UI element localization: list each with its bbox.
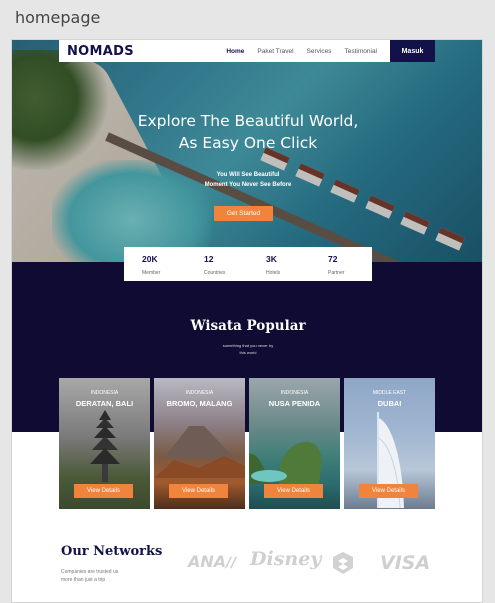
card-place: BROMO, MALANG (166, 399, 233, 408)
card-country: MIDDLE EAST (372, 390, 407, 396)
view-details-button[interactable]: View Details (264, 484, 323, 498)
nav-link-paket-travel[interactable]: Paket Travel (257, 48, 293, 55)
partner-logo-ana: ANA// (188, 552, 237, 571)
nomads-logo[interactable]: NOMADS (67, 44, 134, 59)
stats-bar: 20K Member 12 Countries 3K Hotels 72 Par… (124, 247, 372, 281)
card-place: NUSA PENIDA (268, 399, 321, 408)
card-country: INDONESIA (280, 390, 309, 396)
card-deratan-bali[interactable]: INDONESIA DERATAN, BALI View Details (59, 378, 150, 509)
card-place: DERATAN, BALI (75, 399, 134, 408)
view-details-button[interactable]: View Details (74, 484, 133, 498)
card-country: INDONESIA (185, 390, 214, 396)
partner-logo-visa: VISA (380, 552, 431, 574)
stat-hotels: 3K Hotels (266, 254, 281, 276)
stat-partner: 72 Partner (328, 254, 345, 276)
view-details-button[interactable]: View Details (359, 484, 418, 498)
stat-member: 20K Member (142, 254, 161, 276)
networks-subtitle: Companies are trusted us more than just … (61, 569, 119, 583)
pagoda-icon (90, 410, 120, 482)
card-bromo-malang[interactable]: INDONESIA BROMO, MALANG View Details (154, 378, 245, 509)
partner-logo-disney: Disney (250, 548, 322, 570)
homepage-frame: NOMADS Home Paket Travel Services Testim… (11, 39, 483, 603)
card-place: DUBAI (377, 399, 402, 408)
partner-logo-shield-icon (333, 552, 353, 574)
nav-link-services[interactable]: Services (307, 48, 332, 55)
popular-title: Wisata Popular (190, 318, 306, 334)
card-country: INDONESIA (90, 390, 119, 396)
login-button[interactable]: Masuk (390, 40, 435, 62)
volcano-icon (154, 426, 245, 478)
networks-title: Our Networks (61, 544, 163, 559)
get-started-button[interactable]: Get Started (214, 206, 273, 221)
navbar: NOMADS Home Paket Travel Services Testim… (59, 40, 435, 62)
nav-link-testimonial[interactable]: Testimonial (344, 48, 377, 55)
card-dubai[interactable]: MIDDLE EAST DUBAI View Details (344, 378, 435, 509)
nav-link-home[interactable]: Home (226, 48, 244, 55)
view-details-button[interactable]: View Details (169, 484, 228, 498)
cliff-icon (249, 441, 322, 484)
stat-countries: 12 Countries (204, 254, 226, 276)
card-nusa-penida[interactable]: INDONESIA NUSA PENIDA View Details (249, 378, 340, 509)
frame-label: homepage (15, 8, 101, 27)
hero-subtitle: You Will See Beautiful Moment You Never … (204, 172, 292, 188)
popular-subtitle: something that you never try this world (222, 343, 274, 355)
hero-title: Explore The Beautiful World, As Easy One… (137, 112, 359, 152)
